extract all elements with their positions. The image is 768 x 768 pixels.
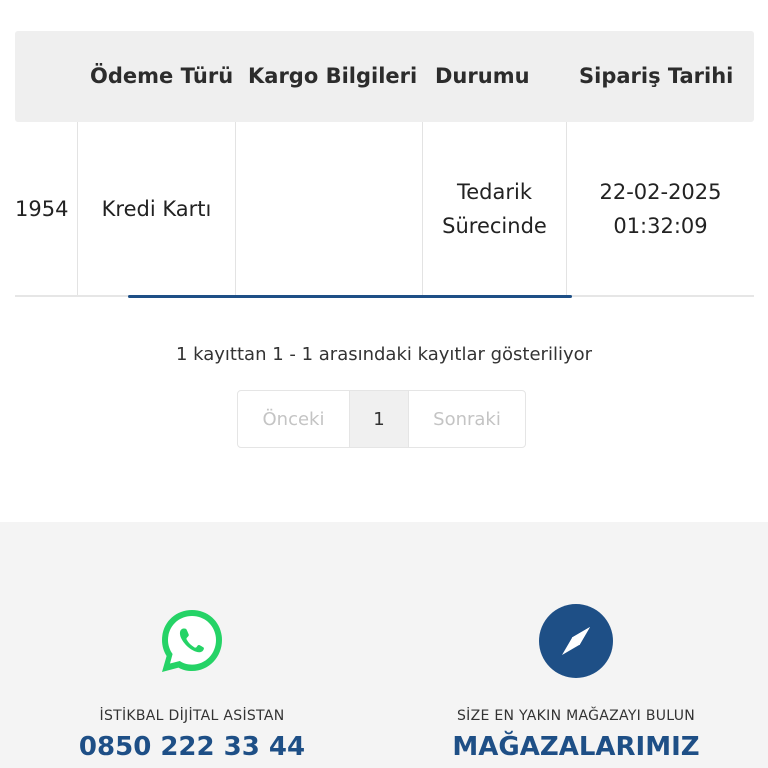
page-1-button[interactable]: 1: [349, 391, 409, 447]
header-order-date: Sipariş Tarihi: [579, 64, 734, 88]
previous-page-button[interactable]: Önceki: [238, 391, 349, 447]
stores-link[interactable]: MAĞAZALARIMIZ: [384, 732, 768, 762]
footer-contact: İSTİKBAL DİJİTAL ASİSTAN 0850 222 33 44 …: [0, 522, 768, 768]
header-status: Durumu: [435, 64, 530, 88]
whatsapp-phone-link[interactable]: 0850 222 33 44: [0, 732, 384, 762]
horizontal-scrollbar[interactable]: [128, 295, 572, 298]
cell-order-date: 22-02-2025 01:32:09: [599, 179, 722, 238]
cell-status: Tedarik Sürecinde: [423, 122, 567, 295]
cell-cargo-info: [236, 122, 423, 295]
page-heading-clipped: [0, 0, 140, 4]
cell-order-no: 1954: [15, 122, 78, 295]
header-cargo-info: Kargo Bilgileri: [248, 64, 418, 88]
table-header: Ödeme Türü Kargo Bilgileri Durumu Sipari…: [15, 31, 754, 122]
next-page-button[interactable]: Sonraki: [409, 391, 525, 447]
compass-icon[interactable]: [539, 604, 613, 678]
header-order-no: [15, 31, 78, 122]
whatsapp-icon[interactable]: [155, 604, 229, 678]
orders-table: Ödeme Türü Kargo Bilgileri Durumu Sipari…: [15, 31, 754, 297]
pagination: Önceki 1 Sonraki: [237, 390, 526, 448]
table-row[interactable]: 1954 Kredi Kartı Tedarik Sürecinde 22-02…: [15, 122, 754, 297]
header-payment-type: Ödeme Türü: [90, 64, 234, 88]
cell-payment-type: Kredi Kartı: [78, 122, 236, 295]
pagination-info: 1 kayıttan 1 - 1 arasındaki kayıtlar gös…: [175, 344, 593, 365]
store-locator-label: SİZE EN YAKIN MAĞAZAYI BULUN: [456, 708, 696, 724]
whatsapp-label: İSTİKBAL DİJİTAL ASİSTAN: [99, 708, 285, 724]
